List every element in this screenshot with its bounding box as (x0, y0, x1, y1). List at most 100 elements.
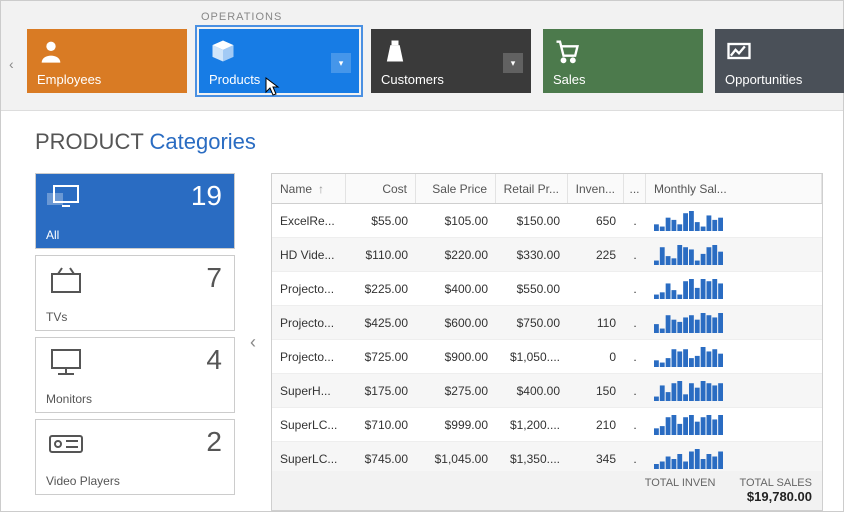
grid-footer: TOTAL INVEN TOTAL SALES $19,780.00 (272, 471, 822, 510)
cell-more: . (624, 238, 646, 271)
nav-tiles: Employees Products ▾ Customers ▾ Sales Opportu… (27, 29, 844, 93)
sort-asc-icon: ↑ (318, 182, 324, 196)
table-row[interactable]: SuperLC...$745.00$1,045.00$1,350....345. (272, 442, 822, 471)
cell-cost: $110.00 (346, 238, 416, 271)
category-tile-monitors[interactable]: 4Monitors (35, 337, 235, 413)
cell-name: SuperLC... (272, 442, 346, 471)
cell-sale: $400.00 (416, 272, 496, 305)
nav-tile-label: Products (209, 72, 260, 87)
category-icon (46, 346, 86, 381)
cell-more: . (624, 374, 646, 407)
cell-name: HD Vide... (272, 238, 346, 271)
collapse-handle[interactable]: ‹ (247, 173, 259, 511)
cell-retail: $150.00 (496, 204, 568, 237)
grid-body: ExcelRe...$55.00$105.00$150.00650.HD Vid… (272, 204, 822, 471)
cell-name: Projecto... (272, 272, 346, 305)
table-row[interactable]: ExcelRe...$55.00$105.00$150.00650. (272, 204, 822, 238)
dropdown-icon[interactable]: ▾ (503, 53, 523, 73)
nav-section-label: OPERATIONS (201, 11, 282, 23)
nav-scroll-left[interactable]: ‹ (9, 56, 14, 72)
column-header[interactable]: Name↑ (272, 174, 346, 203)
cell-retail: $1,350.... (496, 442, 568, 471)
table-row[interactable]: SuperH...$175.00$275.00$400.00150. (272, 374, 822, 408)
cell-sale: $600.00 (416, 306, 496, 339)
category-tile-all[interactable]: 19All (35, 173, 235, 249)
products-icon (209, 37, 237, 68)
nav-tile-opportunities[interactable]: Opportunities (715, 29, 844, 93)
column-header[interactable]: Sale Price (416, 174, 496, 203)
table-row[interactable]: SuperLC...$710.00$999.00$1,200....210. (272, 408, 822, 442)
category-count: 19 (191, 180, 222, 212)
dropdown-icon[interactable]: ▾ (331, 53, 351, 73)
cell-retail: $330.00 (496, 238, 568, 271)
cell-retail: $1,050.... (496, 340, 568, 373)
category-icon (46, 182, 86, 217)
cell-name: SuperLC... (272, 408, 346, 441)
cell-inven (568, 272, 624, 305)
column-header[interactable]: Monthly Sal... (646, 174, 822, 203)
cell-sale: $275.00 (416, 374, 496, 407)
column-header[interactable]: Cost (346, 174, 416, 203)
category-tile-video-players[interactable]: 2Video Players (35, 419, 235, 495)
cell-more: . (624, 272, 646, 305)
category-icon (46, 264, 86, 299)
nav-tile-employees[interactable]: Employees (27, 29, 187, 93)
cell-inven: 650 (568, 204, 624, 237)
column-header[interactable]: Retail Pr... (496, 174, 568, 203)
cell-name: Projecto... (272, 340, 346, 373)
nav-tile-customers[interactable]: Customers ▾ (371, 29, 531, 93)
cell-sparkline (646, 442, 822, 471)
cell-sparkline (646, 238, 822, 271)
cell-inven: 210 (568, 408, 624, 441)
cell-cost: $725.00 (346, 340, 416, 373)
category-tile-tvs[interactable]: 7TVs (35, 255, 235, 331)
sales-icon (553, 37, 581, 68)
cell-inven: 345 (568, 442, 624, 471)
cell-retail: $550.00 (496, 272, 568, 305)
table-row[interactable]: HD Vide...$110.00$220.00$330.00225. (272, 238, 822, 272)
table-row[interactable]: Projecto...$225.00$400.00$550.00. (272, 272, 822, 306)
nav-tile-products[interactable]: Products ▾ (199, 29, 359, 93)
cell-sparkline (646, 374, 822, 407)
table-row[interactable]: Projecto...$725.00$900.00$1,050....0. (272, 340, 822, 374)
nav-tile-label: Sales (553, 72, 586, 87)
cell-sale: $105.00 (416, 204, 496, 237)
customers-icon (381, 37, 409, 68)
table-row[interactable]: Projecto...$425.00$600.00$750.00110. (272, 306, 822, 340)
column-header[interactable]: Inven... (568, 174, 624, 203)
cell-more: . (624, 340, 646, 373)
employees-icon (37, 37, 65, 68)
footer-inven-label: TOTAL INVEN (615, 477, 715, 504)
cell-more: . (624, 204, 646, 237)
category-list: 19All7TVs4Monitors2Video Players (35, 173, 235, 511)
opportunities-icon (725, 37, 753, 68)
nav-tile-sales[interactable]: Sales (543, 29, 703, 93)
cell-cost: $425.00 (346, 306, 416, 339)
category-name: TVs (46, 310, 67, 324)
category-count: 2 (206, 426, 222, 458)
nav-tile-label: Opportunities (725, 72, 802, 87)
cell-retail: $1,200.... (496, 408, 568, 441)
footer-sales-value: $19,780.00 (739, 489, 812, 504)
cell-retail: $750.00 (496, 306, 568, 339)
cell-more: . (624, 306, 646, 339)
cell-cost: $55.00 (346, 204, 416, 237)
cell-more: . (624, 442, 646, 471)
cell-inven: 150 (568, 374, 624, 407)
category-icon (46, 428, 86, 463)
grid-header: Name↑CostSale PriceRetail Pr...Inven....… (272, 174, 822, 204)
nav-tile-label: Customers (381, 72, 444, 87)
cell-sparkline (646, 408, 822, 441)
footer-sales-label: TOTAL SALES (739, 477, 812, 489)
cell-sale: $999.00 (416, 408, 496, 441)
cell-inven: 110 (568, 306, 624, 339)
page-title-accent: Categories (150, 129, 256, 154)
cell-sparkline (646, 340, 822, 373)
cell-inven: 0 (568, 340, 624, 373)
cell-sale: $1,045.00 (416, 442, 496, 471)
cell-cost: $225.00 (346, 272, 416, 305)
cell-retail: $400.00 (496, 374, 568, 407)
column-header[interactable]: ... (624, 174, 646, 203)
cell-sparkline (646, 204, 822, 237)
cell-inven: 225 (568, 238, 624, 271)
